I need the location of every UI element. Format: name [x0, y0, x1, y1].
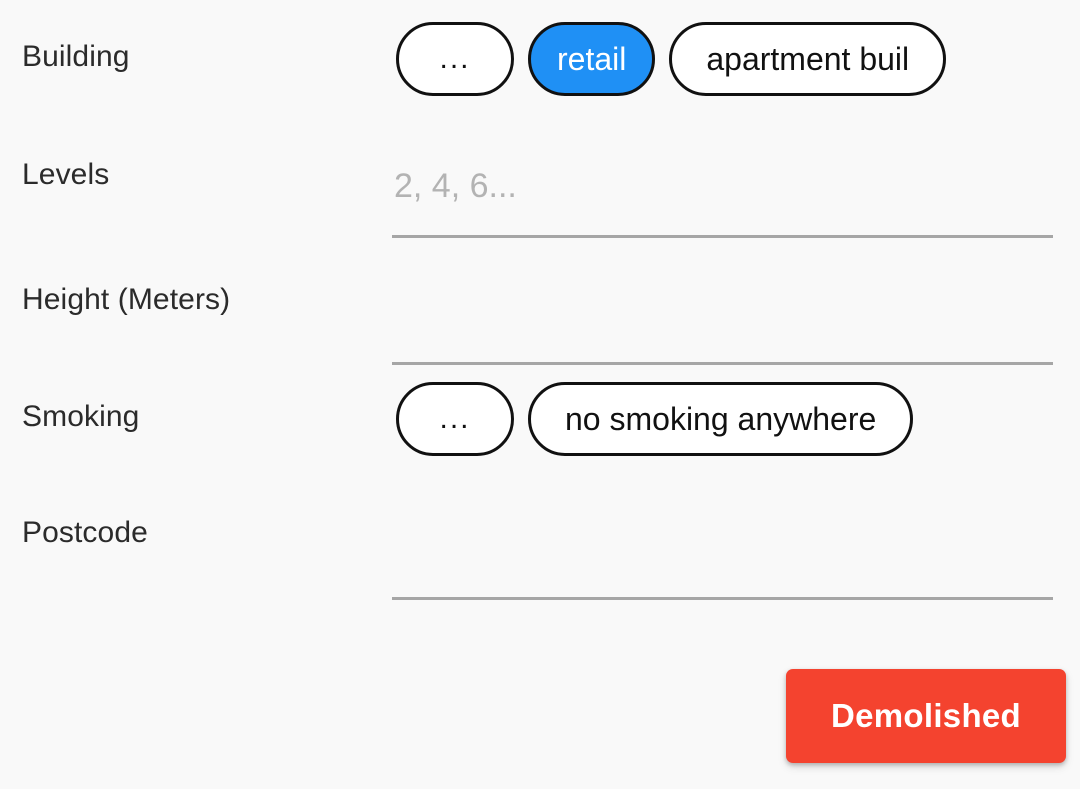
levels-input-placeholder: 2, 4, 6... [394, 167, 517, 205]
postcode-input[interactable] [392, 522, 1053, 600]
height-input-underline [392, 362, 1053, 365]
field-row-smoking: Smoking ... no smoking anywhere [0, 382, 1080, 518]
field-label-levels: Levels [22, 158, 110, 191]
chip-building-more[interactable]: ... [396, 22, 514, 96]
field-label-postcode: Postcode [22, 516, 148, 549]
field-label-height: Height (Meters) [22, 283, 231, 316]
field-row-levels: Levels 2, 4, 6... [0, 158, 1080, 276]
chip-building-apartment-building[interactable]: apartment buil [669, 22, 947, 96]
chip-group-smoking: ... no smoking anywhere [396, 382, 914, 456]
field-label-building: Building [22, 40, 130, 73]
levels-input[interactable]: 2, 4, 6... [392, 160, 1053, 238]
demolished-button[interactable]: Demolished [786, 669, 1066, 763]
postcode-input-underline [392, 597, 1053, 600]
building-attributes-form: Building ... retail apartment buil Level… [0, 0, 1080, 789]
height-input[interactable] [392, 287, 1053, 365]
field-row-building: Building ... retail apartment buil [0, 22, 1080, 158]
field-row-postcode: Postcode [0, 516, 1080, 634]
chip-building-retail[interactable]: retail [528, 22, 656, 96]
chip-smoking-no-smoking-anywhere[interactable]: no smoking anywhere [528, 382, 914, 456]
chip-smoking-more[interactable]: ... [396, 382, 514, 456]
levels-input-underline [392, 235, 1053, 238]
chip-group-building: ... retail apartment buil [396, 22, 947, 96]
field-label-smoking: Smoking [22, 400, 140, 433]
